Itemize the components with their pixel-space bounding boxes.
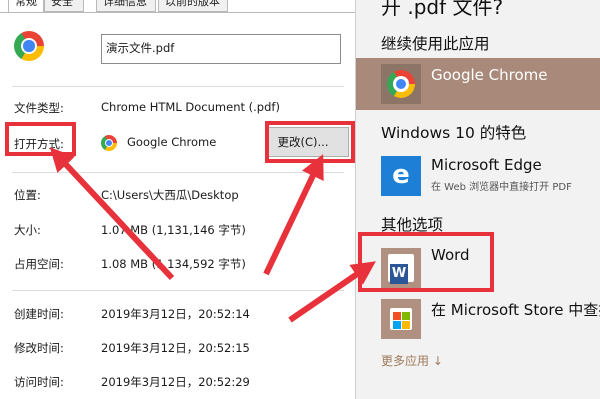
annotation-arrows	[49, 147, 376, 323]
arrow-to-word	[288, 261, 376, 323]
arrow-to-change-button	[263, 154, 324, 276]
arrow-to-open-with	[49, 147, 175, 281]
